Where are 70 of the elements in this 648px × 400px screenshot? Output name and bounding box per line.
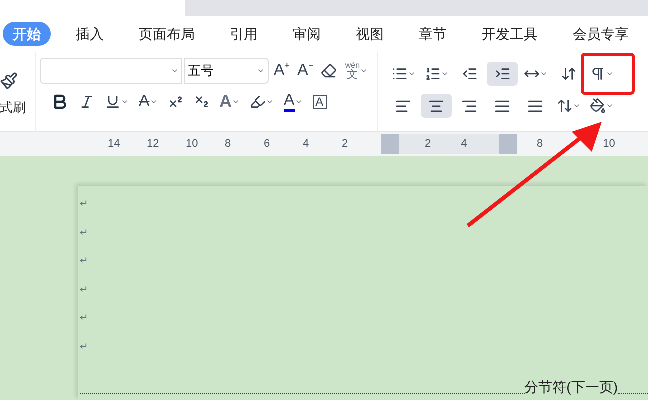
- caret-icon: [171, 67, 179, 75]
- ruler-number: 10: [186, 136, 200, 152]
- caret-icon: [150, 98, 158, 106]
- shrink-font-button[interactable]: A⁻: [294, 59, 316, 83]
- paintbrush-icon[interactable]: [0, 72, 18, 90]
- highlighter-icon: [250, 94, 266, 110]
- ribbon-tab[interactable]: 会员专享: [563, 22, 639, 46]
- ruler-number: 10: [603, 136, 616, 152]
- text-effect-button[interactable]: A: [216, 90, 243, 114]
- ruler-number: 8: [225, 136, 232, 152]
- paragraph-mark: ↵: [80, 342, 88, 354]
- ribbon-tab[interactable]: 开发工具: [472, 22, 548, 46]
- paragraph-mark: ↵: [80, 314, 88, 326]
- caret-icon: [408, 70, 416, 78]
- ruler-number: 4: [461, 136, 468, 152]
- ruler-margin: [499, 134, 517, 154]
- paragraph-mark: ↵: [80, 257, 88, 269]
- caret-icon: [266, 98, 274, 106]
- ruler-number: 8: [537, 136, 544, 152]
- pilcrow-icon: [590, 66, 606, 82]
- ribbon-tab[interactable]: 页面布局: [129, 22, 205, 46]
- increase-indent-button[interactable]: [487, 62, 518, 86]
- ribbon-tab[interactable]: 章节: [409, 22, 457, 46]
- paragraph-mark: ↵: [80, 228, 88, 240]
- grow-font-button[interactable]: A⁺: [271, 59, 293, 83]
- ribbon-tab[interactable]: 引用: [220, 22, 268, 46]
- phonetic-guide-button[interactable]: wén 文: [342, 59, 372, 83]
- ruler-number: 4: [303, 136, 310, 152]
- caret-icon: [294, 98, 303, 106]
- paragraph-mark: ↵: [80, 286, 88, 298]
- ruler-number: 2: [425, 136, 432, 152]
- caret-icon: [540, 70, 548, 78]
- ribbon-tab[interactable]: 插入: [66, 22, 114, 46]
- caret-icon: [606, 70, 614, 78]
- section-break-label: 分节符(下一页): [524, 378, 618, 397]
- bullet-list-icon: [392, 66, 408, 82]
- up-down-arrow-icon: [556, 98, 573, 114]
- paragraph-mark: ↵: [80, 200, 88, 212]
- ribbon-tab[interactable]: 视图: [346, 22, 394, 46]
- caret-icon: [572, 102, 581, 110]
- underline-icon: [105, 94, 121, 110]
- increase-indent-icon: [494, 66, 511, 82]
- sort-icon: [560, 66, 577, 82]
- font-name-field[interactable]: [40, 58, 182, 84]
- highlight-frame: [581, 53, 635, 95]
- ruler-number: 12: [147, 136, 160, 152]
- caret-icon: [606, 102, 614, 110]
- caret-icon: [360, 67, 368, 75]
- superscript-icon: [168, 94, 184, 110]
- paint-bucket-icon: [590, 98, 606, 114]
- subscript-icon: [194, 94, 210, 110]
- strikethrough-button[interactable]: A: [136, 90, 161, 114]
- caret-icon: [232, 98, 240, 106]
- ruler-number: 6: [264, 136, 272, 152]
- decrease-indent-icon: [462, 66, 478, 82]
- align-center-button[interactable]: [421, 94, 452, 118]
- italic-icon: [79, 94, 95, 110]
- format-painter-label[interactable]: 式刷: [0, 98, 26, 117]
- font-size-field[interactable]: 五号: [184, 58, 269, 84]
- ruler-margin: [381, 134, 399, 154]
- ribbon-tab[interactable]: 审阅: [283, 22, 331, 46]
- caret-icon: [121, 98, 129, 106]
- ruler-number: 2: [342, 136, 350, 152]
- eraser-icon: [321, 63, 338, 79]
- character-border-button[interactable]: A: [310, 90, 330, 114]
- numbered-list-icon: [424, 66, 441, 82]
- font-color-button[interactable]: A: [280, 90, 306, 114]
- caret-icon: [257, 67, 265, 75]
- ruler-number: 14: [108, 136, 122, 152]
- caret-icon: [440, 70, 449, 78]
